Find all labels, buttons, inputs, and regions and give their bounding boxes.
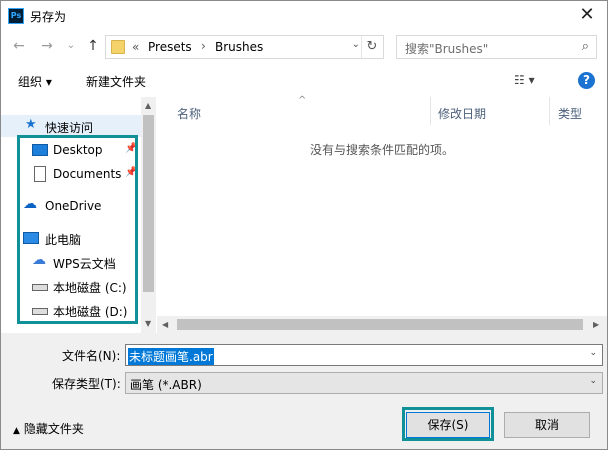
column-header-type[interactable]: 类型 (558, 105, 582, 122)
scroll-down-icon[interactable]: ▼ (145, 319, 151, 328)
search-box[interactable]: 搜索"Brushes" ⌕ (396, 35, 597, 59)
scrollbar-thumb[interactable] (143, 115, 154, 292)
filetype-select[interactable]: 画笔 (*.ABR) ⌄ (125, 372, 603, 394)
empty-message: 没有与搜索条件匹配的项。 (309, 143, 454, 157)
folder-icon (111, 40, 125, 54)
filename-label: 文件名(N): (62, 349, 121, 363)
command-bar: 组织 ▾ 新建文件夹 ☷ ▾ ? (1, 63, 607, 97)
sidebar-highlight-box (17, 135, 138, 324)
up-arrow-icon[interactable]: ↑ (85, 38, 101, 54)
view-options-icon[interactable]: ☷ ▾ (514, 73, 535, 87)
column-header-name[interactable]: 名称 (177, 105, 201, 122)
navigation-bar: ← → ⌄ ↑ « Presets › Brushes ⌄ ↻ 搜索"Brush… (1, 31, 607, 63)
address-bar[interactable]: « Presets › Brushes ⌄ ↻ (105, 35, 384, 59)
filename-value[interactable]: 未标题画笔.abr (128, 348, 214, 365)
scroll-left-icon[interactable]: ◀ (162, 320, 168, 329)
search-icon[interactable]: ⌕ (582, 39, 589, 54)
chevron-down-icon[interactable]: ⌄ (589, 348, 597, 358)
filename-field[interactable]: 未标题画笔.abr ⌄ (125, 344, 603, 366)
hide-folders-label: 隐藏文件夹 (23, 422, 84, 436)
help-icon[interactable]: ? (578, 72, 595, 89)
column-header-modified[interactable]: 修改日期 (438, 105, 486, 122)
sidebar-item-quick-access[interactable]: ★ 快速访问 (1, 115, 141, 137)
sidebar-item-label: 快速访问 (45, 121, 94, 135)
save-button-highlight-box (402, 407, 494, 441)
filetype-label: 保存类型(T): (52, 377, 121, 391)
sort-ascending-icon: ^ (298, 95, 307, 106)
file-list-horizontal-scrollbar[interactable]: ◀ ▶ (157, 316, 607, 333)
breadcrumb-chevron-icon[interactable]: › (201, 39, 206, 53)
navigation-pane-scrollbar[interactable]: ▲ ▼ (141, 97, 156, 333)
file-list: ^ 名称 修改日期 类型 没有与搜索条件匹配的项。 (157, 95, 607, 333)
column-divider[interactable] (430, 97, 431, 125)
filetype-value[interactable]: 画笔 (*.ABR) (130, 376, 202, 393)
dialog-title: 另存为 (30, 10, 67, 24)
chevron-up-icon: ▲ (13, 426, 20, 436)
title-bar: Ps 另存为 ✕ (1, 1, 607, 31)
breadcrumb-presets[interactable]: Presets (148, 40, 192, 54)
scroll-up-icon[interactable]: ▲ (145, 101, 151, 110)
new-folder-button[interactable]: 新建文件夹 (86, 73, 146, 90)
refresh-icon[interactable]: ↻ (361, 36, 382, 58)
search-placeholder[interactable]: 搜索"Brushes" (405, 40, 488, 57)
chevron-down-icon[interactable]: ⌄ (352, 39, 360, 50)
back-arrow-icon[interactable]: ← (11, 38, 27, 54)
breadcrumb-brushes[interactable]: Brushes (215, 40, 263, 54)
save-form: 文件名(N): 未标题画笔.abr ⌄ 保存类型(T): 画笔 (*.ABR) … (1, 333, 607, 449)
scrollbar-thumb[interactable] (177, 319, 583, 330)
recent-locations-icon[interactable]: ⌄ (63, 38, 79, 54)
save-as-dialog: Ps 另存为 ✕ ← → ⌄ ↑ « Presets › Brushes ⌄ ↻… (0, 0, 608, 450)
column-divider[interactable] (549, 97, 550, 125)
close-button[interactable]: ✕ (577, 5, 597, 25)
chevron-down-icon[interactable]: ⌄ (589, 376, 597, 386)
forward-arrow-icon[interactable]: → (39, 38, 55, 54)
organize-button[interactable]: 组织 ▾ (18, 73, 52, 90)
breadcrumb-overflow[interactable]: « (132, 40, 139, 54)
hide-folders-toggle[interactable]: ▲ 隐藏文件夹 (13, 420, 84, 437)
photoshop-icon: Ps (8, 8, 24, 24)
star-icon: ★ (25, 117, 37, 132)
scroll-right-icon[interactable]: ▶ (593, 320, 599, 329)
cancel-button[interactable]: 取消 (504, 412, 590, 438)
